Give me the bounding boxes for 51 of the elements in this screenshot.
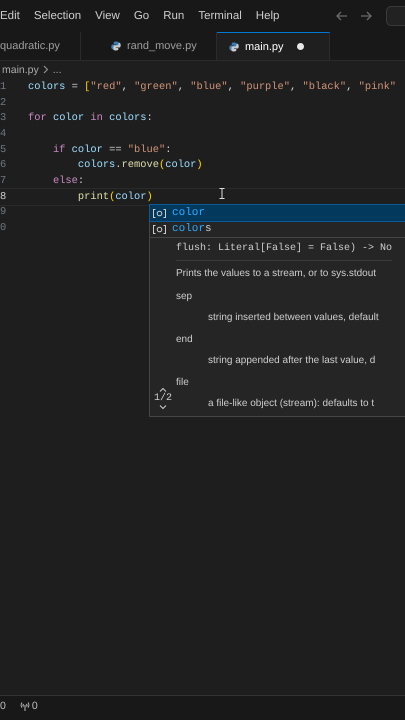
menu-item[interactable]: Selection (26, 10, 88, 22)
code-line: for color in colors: (28, 112, 153, 124)
editor-tab[interactable]: main.py (217, 32, 330, 60)
code-line: print(color) (76, 190, 153, 203)
code-line: colors.remove(color) (76, 159, 203, 172)
code-line: colors = ["red", "green", "blue", "purple", "black", "pink" (28, 80, 396, 93)
forward-arrow-icon[interactable] (360, 11, 372, 21)
variable-icon (153, 208, 166, 218)
parameter-description: string inserted between values, default (207, 311, 380, 325)
line-number: 9 (0, 206, 8, 218)
menu-item[interactable]: Go (126, 10, 156, 22)
status-count[interactable]: 0 (0, 700, 6, 712)
editor-tab[interactable]: quadratic.py (0, 32, 81, 60)
line-number: 3 (0, 112, 8, 124)
parameter-name: file (176, 376, 190, 390)
back-arrow-icon[interactable] (336, 11, 348, 21)
line-number: 7 (0, 174, 8, 187)
unsaved-dot-icon (297, 43, 304, 50)
menu-item[interactable]: Run (156, 10, 192, 22)
menu-item[interactable]: Terminal (191, 10, 249, 22)
text-cursor-icon (219, 188, 225, 199)
doc-description: Prints the values to a stream, or to sys.stdout (176, 267, 378, 281)
line-number: 8 (0, 190, 8, 203)
code-line: if color == "blue": (52, 144, 172, 156)
page-counter: 1/2 (154, 393, 172, 404)
suggestion-item[interactable]: color (150, 205, 405, 221)
parameter-description: a file-like object (stream): defaults to t (207, 397, 376, 411)
python-icon (111, 41, 121, 51)
status-count[interactable]: 0 (32, 700, 38, 712)
line-number: 5 (0, 144, 8, 156)
parameter-name: end (176, 333, 194, 347)
parameter-description: string appended after the last value, d (207, 354, 376, 368)
breadcrumb-item[interactable]: ... (52, 64, 62, 76)
line-number: 6 (0, 159, 8, 172)
suggestion-item[interactable]: colors (150, 221, 405, 237)
antenna-icon[interactable] (20, 701, 30, 711)
line-number: 0 (0, 222, 8, 234)
code-line: else: (52, 174, 84, 187)
line-number: 4 (0, 128, 8, 140)
python-icon (229, 42, 239, 52)
menu-item[interactable]: View (88, 10, 127, 22)
variable-icon (153, 224, 166, 234)
menu-item[interactable]: Edit (0, 10, 27, 22)
parameter-name: sep (176, 290, 194, 304)
breadcrumb-item[interactable]: main.py (2, 64, 39, 76)
command-search-field[interactable] (386, 6, 405, 26)
function-signature: flush: Literal[False] = False) -> No (176, 238, 392, 261)
menu-item[interactable]: Help (248, 10, 286, 22)
line-number: 2 (0, 96, 8, 109)
line-number: 1 (0, 80, 8, 93)
chevron-icon (42, 65, 49, 74)
